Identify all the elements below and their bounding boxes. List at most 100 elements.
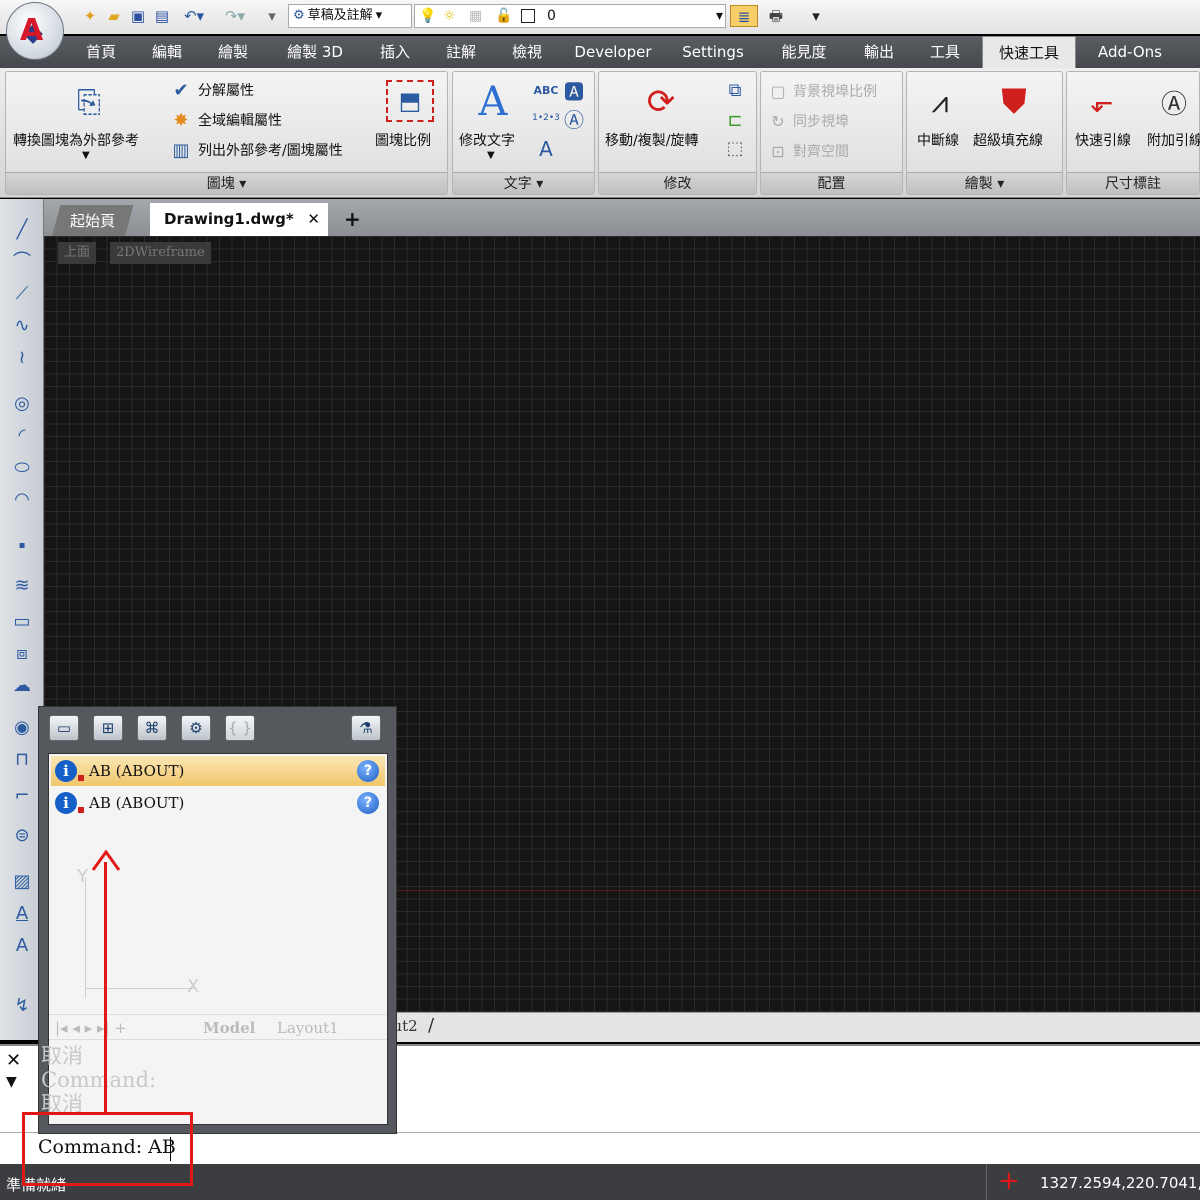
explode-attributes-button[interactable]: 分解屬性 [198,80,254,100]
list-item[interactable]: i AB (ABOUT) ? [51,756,385,786]
save-as-icon[interactable]: ▤ [152,5,172,27]
print-icon[interactable]: 🖶 [762,5,790,27]
help-icon[interactable]: ? [357,792,379,814]
freehand-tool-icon[interactable]: ≀ [8,345,36,371]
tab-visibility[interactable]: 能見度 [766,36,842,68]
tab-home[interactable]: 首頁 [70,36,132,68]
line-tool-icon[interactable]: ╱ [8,217,36,243]
undo-icon[interactable]: ↶▾ [176,5,212,27]
layer-properties-icon[interactable]: ≣ [730,5,758,27]
window-icon[interactable]: ▭ [49,715,79,741]
tab-annotate[interactable]: 註解 [430,36,492,68]
polygon-tool-icon[interactable]: ⧈ [8,641,36,667]
text-panel-title[interactable]: 文字 ▾ [453,172,594,194]
tab-tools[interactable]: 工具 [914,36,976,68]
ellipse-arc-tool-icon[interactable]: ◠ [8,487,36,513]
customize-qat-icon[interactable]: ▾ [806,5,826,27]
donut-tool-icon[interactable]: ◉ [8,715,36,741]
xref-convert-icon[interactable]: ⎘ [66,82,112,122]
refresh-tool-icon[interactable]: ↯ [8,993,36,1019]
tab-drawing1[interactable]: Drawing1.dwg* ✕ [150,203,328,236]
new-file-icon[interactable]: ✦ [80,5,100,27]
box-3d-icon[interactable]: ⬚ [723,136,747,160]
insert-block-icon[interactable]: ⊞ [93,715,123,741]
block-panel-title[interactable]: 圖塊 ▾ [6,172,447,194]
list-attributes-icon[interactable]: ▥ [169,138,193,162]
ray-tool-icon[interactable]: ⟋ [8,281,36,307]
extend-icon[interactable]: ⊏ [723,108,747,132]
ellipse-tool-icon[interactable]: ⬭ [8,455,36,481]
block-scale-icon[interactable]: ⬒ [386,80,434,122]
spline-tool-icon[interactable]: ∿ [8,313,36,339]
new-tab-button[interactable]: + [330,203,375,236]
modify-text-button[interactable]: 修改文字 [459,130,515,150]
chevron-down-icon[interactable]: ▾ [716,5,723,27]
settings-gear-icon[interactable]: ⚙ [181,715,211,741]
tab-settings[interactable]: Settings [670,36,756,68]
close-icon[interactable]: ✕ [307,203,320,236]
text-tool-icon[interactable]: A [8,933,36,959]
tab-draw-3d[interactable]: 繪製 3D [270,36,360,68]
tab-insert[interactable]: 插入 [364,36,426,68]
tab-add-ons[interactable]: Add-Ons [1084,36,1176,68]
move-copy-rotate-icon[interactable]: ⟳ [635,78,687,126]
flask-icon[interactable]: ⚗ [351,715,381,741]
view-direction-control[interactable]: 上面 [58,242,97,264]
explode-attributes-icon[interactable]: ✔ [169,78,193,102]
print-layer-icon[interactable]: ▦ [469,5,482,27]
circle-tool-icon[interactable]: ◎ [8,391,36,417]
visual-style-control[interactable]: 2DWireframe [110,242,211,264]
fillet-tool-icon[interactable]: ⌐ [8,783,36,809]
list-xref-attributes-button[interactable]: 列出外部參考/圖塊屬性 [198,140,343,160]
break-line-icon[interactable]: ⩘ [917,80,963,124]
chevron-down-icon[interactable]: ▼ [487,150,495,161]
spell-check-icon[interactable]: ABC [533,78,559,102]
list-item[interactable]: i AB (ABOUT) ? [51,788,385,818]
enclose-text-icon[interactable]: Ⓐ [561,106,587,132]
model-tab[interactable]: Model [203,1015,255,1041]
helix-tool-icon[interactable]: ≋ [8,573,36,599]
wipeout-tool-icon[interactable]: ⊓ [8,747,36,773]
text-mask-icon[interactable]: A [533,136,559,162]
region-tool-icon[interactable]: ⊜ [8,823,36,849]
sun-icon[interactable]: ☼ [443,5,456,27]
polyline-tool-icon[interactable]: ⌒ [8,249,36,275]
cloud-tool-icon[interactable]: ☁ [8,673,36,699]
chevron-down-icon[interactable]: ▼ [6,1074,17,1090]
super-hatch-icon[interactable]: ⛊ [987,80,1041,124]
hatch-tool-icon[interactable]: ▨ [8,869,36,895]
tab-start-page[interactable]: 起始頁 [51,205,134,238]
attach-leader-button[interactable]: 附加引線 [1147,130,1200,150]
mtext-tool-icon[interactable]: A [8,901,36,927]
arc-tool-icon[interactable]: ◜ [8,423,36,449]
text-fit-icon[interactable]: 🅰 [561,78,587,104]
tab-draw[interactable]: 繪製 [202,36,264,68]
tab-view[interactable]: 檢視 [496,36,558,68]
draw-panel-title[interactable]: 繪製 ▾ [907,172,1062,194]
close-icon[interactable]: ✕ [6,1050,21,1071]
lock-icon[interactable]: 🔓 [495,5,512,27]
open-folder-icon[interactable]: ▰ [104,5,124,27]
quick-leader-button[interactable]: 快速引線 [1075,130,1131,150]
global-edit-icon[interactable]: ✸ [169,108,193,132]
point-tool-icon[interactable]: ▪ [8,533,36,559]
attach-leader-icon[interactable]: Ⓐ [1153,80,1195,124]
super-hatch-button[interactable]: 超級填充線 [973,130,1043,150]
workspace-selector[interactable]: ⚙ 草稿及註解 ▾ [288,4,412,28]
tab-express-tools[interactable]: 快速工具 [982,36,1076,70]
tab-edit[interactable]: 編輯 [136,36,198,68]
layer-selector[interactable]: 💡 ☼ ▦ 🔓 0 ▾ [414,4,726,28]
quick-leader-icon[interactable]: ⬐ [1081,80,1123,124]
tab-output[interactable]: 輸出 [848,36,910,68]
chevron-down-icon[interactable]: ▼ [82,150,90,161]
tab-developer[interactable]: Developer [564,36,662,68]
block-scale-button[interactable]: 圖塊比例 [375,130,431,150]
app-logo[interactable]: A [6,2,64,60]
auto-number-icon[interactable]: 1•2•3 [532,106,560,130]
rectangle-tool-icon[interactable]: ▭ [8,609,36,635]
global-edit-attributes-button[interactable]: 全域編輯屬性 [198,110,282,130]
move-copy-rotate-button[interactable]: 移動/複製/旋轉 [605,130,698,150]
break-line-button[interactable]: 中斷線 [917,130,959,150]
bulb-icon[interactable]: 💡 [419,5,436,27]
command-icon[interactable]: ⌘ [137,715,167,741]
